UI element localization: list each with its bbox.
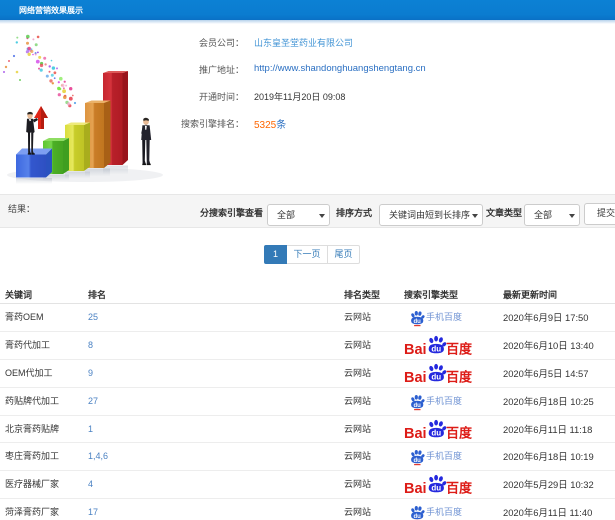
svg-text:du: du	[431, 372, 441, 381]
svg-text:百度: 百度	[446, 480, 473, 495]
svg-text:Bai: Bai	[404, 342, 427, 358]
svg-text:Bai: Bai	[404, 370, 427, 386]
svg-text:Bai: Bai	[404, 425, 427, 441]
svg-text:du: du	[414, 319, 422, 325]
svg-text:du: du	[414, 514, 422, 520]
svg-text:du: du	[431, 345, 441, 354]
svg-text:du: du	[431, 428, 441, 437]
svg-text:du: du	[431, 484, 441, 493]
svg-text:百度: 百度	[446, 369, 473, 384]
svg-text:Bai: Bai	[404, 481, 427, 497]
svg-text:du: du	[414, 403, 422, 409]
svg-text:百度: 百度	[446, 425, 473, 440]
svg-text:百度: 百度	[446, 341, 473, 356]
svg-text:du: du	[414, 458, 422, 464]
